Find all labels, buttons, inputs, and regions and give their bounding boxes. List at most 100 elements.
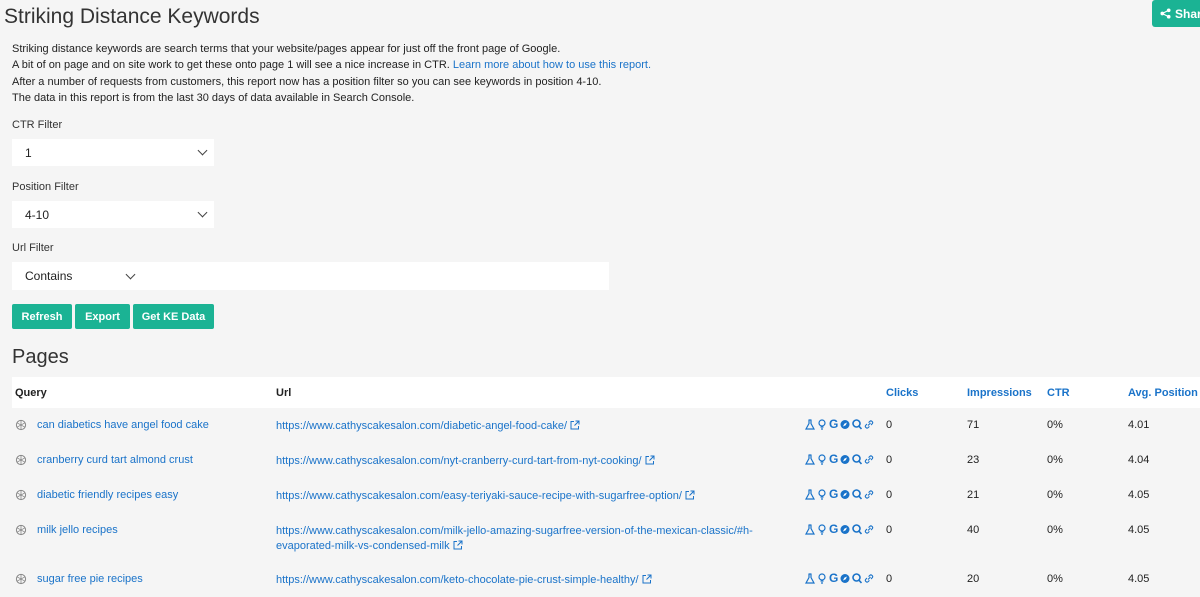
clicks-value: 0 xyxy=(886,419,893,431)
url-filter-mode-select[interactable]: Contains xyxy=(12,262,142,290)
intro-line-1: Striking distance keywords are search te… xyxy=(12,43,561,55)
position-value: 4.05 xyxy=(1128,573,1150,585)
query-link[interactable]: milk jello recipes xyxy=(37,524,118,536)
openai-icon[interactable] xyxy=(15,454,27,466)
flask-icon[interactable] xyxy=(805,524,815,535)
ctr-value: 0% xyxy=(1047,573,1063,585)
query-link[interactable]: diabetic friendly recipes easy xyxy=(37,489,178,501)
google-icon[interactable]: G xyxy=(829,523,838,535)
compass-icon[interactable] xyxy=(840,524,850,535)
flask-icon[interactable] xyxy=(805,419,815,430)
search-q-icon[interactable] xyxy=(852,524,863,535)
url-text-continued[interactable]: evaporated-milk-vs-condensed-milk xyxy=(276,540,450,552)
url-filter-label: Url Filter xyxy=(12,242,54,254)
openai-icon[interactable] xyxy=(15,489,27,501)
url-link[interactable]: https://www.cathyscakesalon.com/keto-cho… xyxy=(276,573,776,588)
external-link-icon xyxy=(642,574,652,584)
bulb-icon[interactable] xyxy=(817,489,827,500)
link-icon[interactable] xyxy=(864,419,874,430)
openai-icon[interactable] xyxy=(15,524,27,536)
url-text[interactable]: https://www.cathyscakesalon.com/keto-cho… xyxy=(276,574,639,586)
openai-icon[interactable] xyxy=(15,419,27,431)
bulb-icon[interactable] xyxy=(817,454,827,465)
google-icon[interactable]: G xyxy=(829,418,838,430)
compass-icon[interactable] xyxy=(840,573,850,584)
get-ke-data-button[interactable]: Get KE Data xyxy=(133,304,214,329)
compass-icon[interactable] xyxy=(840,454,850,465)
position-filter-value: 4-10 xyxy=(25,207,50,222)
intro-line-2-text: A bit of on page and on site work to get… xyxy=(12,59,450,72)
google-icon[interactable]: G xyxy=(829,488,838,500)
ctr-value: 0% xyxy=(1047,419,1063,431)
google-icon[interactable]: G xyxy=(829,453,838,465)
share-button[interactable]: Share xyxy=(1152,0,1200,27)
position-value: 4.05 xyxy=(1128,524,1150,536)
clicks-value: 0 xyxy=(886,489,893,501)
learn-more-link[interactable]: Learn more about how to use this report. xyxy=(453,59,651,71)
col-clicks[interactable]: Clicks xyxy=(886,387,918,399)
url-link[interactable]: https://www.cathyscakesalon.com/easy-ter… xyxy=(276,489,776,504)
table-header: Query Url Clicks Impressions CTR Avg. Po… xyxy=(12,377,1200,408)
chevron-down-icon xyxy=(125,269,136,279)
ctr-filter-select[interactable]: 1 xyxy=(12,139,214,166)
col-impressions[interactable]: Impressions xyxy=(967,387,1032,399)
row-tools: G xyxy=(805,488,874,500)
position-filter-select[interactable]: 4-10 xyxy=(12,201,214,228)
url-text[interactable]: https://www.cathyscakesalon.com/diabetic… xyxy=(276,420,567,432)
url-text[interactable]: https://www.cathyscakesalon.com/easy-ter… xyxy=(276,490,682,502)
flask-icon[interactable] xyxy=(805,489,815,500)
query-link[interactable]: cranberry curd tart almond crust xyxy=(37,454,193,466)
impressions-value: 71 xyxy=(967,419,980,431)
flask-icon[interactable] xyxy=(805,573,815,584)
query-link[interactable]: can diabetics have angel food cake xyxy=(37,419,209,431)
pages-section-title: Pages xyxy=(12,346,69,368)
url-link[interactable]: https://www.cathyscakesalon.com/milk-jel… xyxy=(276,524,776,554)
share-icon xyxy=(1160,8,1171,19)
query-link[interactable]: sugar free pie recipes xyxy=(37,573,143,585)
link-icon[interactable] xyxy=(864,489,874,500)
search-q-icon[interactable] xyxy=(852,454,863,465)
export-button[interactable]: Export xyxy=(75,304,130,329)
link-icon[interactable] xyxy=(864,524,874,535)
bulb-icon[interactable] xyxy=(817,573,827,584)
link-icon[interactable] xyxy=(864,454,874,465)
search-q-icon[interactable] xyxy=(852,573,863,584)
url-link[interactable]: https://www.cathyscakesalon.com/nyt-cran… xyxy=(276,454,776,469)
row-tools: G xyxy=(805,418,874,430)
bulb-icon[interactable] xyxy=(817,419,827,430)
link-icon[interactable] xyxy=(864,573,874,584)
bulb-icon[interactable] xyxy=(817,524,827,535)
compass-icon[interactable] xyxy=(840,489,850,500)
external-link-icon xyxy=(453,540,463,550)
url-text[interactable]: https://www.cathyscakesalon.com/milk-jel… xyxy=(276,525,753,537)
google-icon[interactable]: G xyxy=(829,572,838,584)
search-q-icon[interactable] xyxy=(852,419,863,430)
url-link[interactable]: https://www.cathyscakesalon.com/diabetic… xyxy=(276,419,776,434)
share-label: Share xyxy=(1175,6,1200,21)
intro-text: Striking distance keywords are search te… xyxy=(12,41,651,106)
clicks-value: 0 xyxy=(886,524,893,536)
impressions-value: 21 xyxy=(967,489,980,501)
url-filter-input[interactable] xyxy=(142,262,613,292)
flask-icon[interactable] xyxy=(805,454,815,465)
col-url: Url xyxy=(276,387,292,399)
col-ctr[interactable]: CTR xyxy=(1047,387,1070,399)
row-tools: G xyxy=(805,453,874,465)
col-avg-position[interactable]: Avg. Position xyxy=(1128,387,1198,399)
refresh-button[interactable]: Refresh xyxy=(12,304,72,329)
search-q-icon[interactable] xyxy=(852,489,863,500)
position-filter-label: Position Filter xyxy=(12,181,79,193)
compass-icon[interactable] xyxy=(840,419,850,430)
position-value: 4.05 xyxy=(1128,489,1150,501)
openai-icon[interactable] xyxy=(15,573,27,585)
url-filter-group: Contains xyxy=(12,262,613,292)
url-text[interactable]: https://www.cathyscakesalon.com/nyt-cran… xyxy=(276,455,642,467)
url-filter-mode-value: Contains xyxy=(25,269,73,283)
external-link-icon xyxy=(570,420,580,430)
intro-line-3: After a number of requests from customer… xyxy=(12,75,602,88)
position-value: 4.01 xyxy=(1128,419,1150,431)
chevron-down-icon xyxy=(197,207,208,218)
intro-line-2: A bit of on page and on site work to get… xyxy=(12,57,651,73)
clicks-value: 0 xyxy=(886,573,893,585)
external-link-icon xyxy=(685,490,695,500)
